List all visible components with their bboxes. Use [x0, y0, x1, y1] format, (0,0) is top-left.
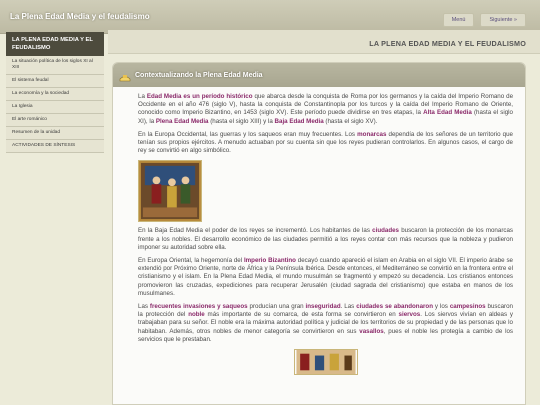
sidebar-item-feudal-system[interactable]: El sistema feudal [6, 75, 104, 88]
hat-icon [119, 70, 131, 82]
link-monarcas[interactable]: monarcas [357, 131, 386, 138]
link-vasallos[interactable]: vasallos [359, 328, 383, 335]
card-title: Contextualizando la Plena Edad Media [135, 71, 263, 79]
card-header: Contextualizando la Plena Edad Media [113, 63, 525, 87]
page-title: LA PLENA EDAD MEDIA Y EL FEUDALISMO [369, 39, 526, 48]
link-alta-edad-media[interactable]: Alta Edad Media [423, 109, 472, 116]
top-navigation: Menú Siguiente » [442, 13, 526, 27]
link-plena-edad-media[interactable]: Plena Edad Media [156, 118, 209, 125]
top-bar: La Plena Edad Media y el feudalismo Menú… [0, 0, 540, 34]
link-imperio-bizantino[interactable]: Imperio Bizantino [244, 257, 296, 264]
sidebar-item-active[interactable]: LA PLENA EDAD MEDIA Y EL FEUDALISMO [6, 32, 104, 56]
paragraph-3: En la Baja Edad Media el poder de los re… [138, 227, 514, 251]
link-inseguridad[interactable]: inseguridad [306, 303, 341, 310]
link-ciudades[interactable]: ciudades [372, 227, 399, 234]
sidebar-item-romanesque-art[interactable]: El arte románico [6, 114, 104, 127]
paragraph-2: En la Europa Occidental, las guerras y l… [138, 130, 513, 155]
link-campesinos[interactable]: campesinos [450, 303, 486, 310]
header-strip: LA PLENA EDAD MEDIA Y EL FEUDALISMO [108, 30, 540, 54]
sidebar-item-political-situation[interactable]: La situación política de los siglos XI a… [6, 56, 104, 75]
link-noble[interactable]: noble [188, 311, 205, 318]
sidebar-item-activities[interactable]: ACTIVIDADES DE SÍNTESIS [6, 140, 104, 153]
site-title: La Plena Edad Media y el feudalismo [10, 12, 150, 21]
sidebar-item-church[interactable]: La Iglesia [6, 101, 104, 114]
medieval-illustration-image [138, 160, 202, 223]
sidebar-item-economy[interactable]: La economía y la sociedad [6, 88, 104, 101]
paragraph-4: En Europa Oriental, la hegemonía del Imp… [138, 257, 513, 297]
menu-button[interactable]: Menú [442, 13, 475, 27]
sidebar-item-summary[interactable]: Resumen de la unidad [6, 127, 104, 140]
next-button[interactable]: Siguiente » [480, 13, 526, 27]
link-baja-edad-media[interactable]: Baja Edad Media [275, 118, 324, 125]
link-edad-media[interactable]: Edad Media es un período histórico [147, 93, 253, 100]
link-siervos[interactable]: siervos [399, 311, 421, 318]
medieval-manuscript-image [293, 349, 358, 376]
article-body: La Edad Media es un período histórico qu… [113, 87, 525, 376]
sidebar: LA PLENA EDAD MEDIA Y EL FEUDALISMO La s… [6, 32, 104, 153]
content-card: Contextualizando la Plena Edad Media La … [112, 62, 526, 405]
link-invasiones[interactable]: frecuentes invasiones y saqueos [150, 303, 248, 310]
paragraph-1: La Edad Media es un período histórico qu… [138, 93, 514, 125]
paragraph-5: Las frecuentes invasiones y saqueos prod… [138, 303, 514, 343]
link-ciudades-abandonaron[interactable]: ciudades se abandonaron [356, 303, 433, 310]
